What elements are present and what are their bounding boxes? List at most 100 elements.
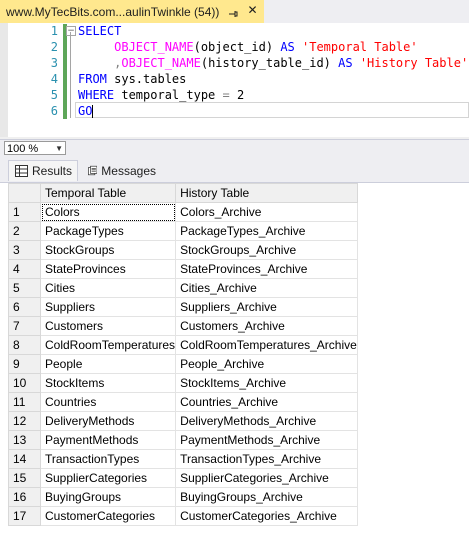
close-icon[interactable]: ✕: [246, 4, 259, 17]
temporal-table-cell[interactable]: SupplierCategories: [39, 468, 177, 488]
table-row[interactable]: 14 TransactionTypes TransactionTypes_Archi…: [8, 449, 358, 469]
temporal-table-cell[interactable]: Colors: [39, 202, 177, 222]
history-table-cell[interactable]: Customers_Archive: [175, 316, 358, 336]
history-table-cell[interactable]: PackageTypes_Archive: [175, 221, 358, 241]
grid-icon: [15, 165, 28, 177]
temporal-table-cell[interactable]: TransactionTypes: [39, 449, 177, 469]
code-token: OBJECT_NAME: [114, 40, 194, 54]
temporal-table-cell[interactable]: CustomerCategories: [39, 506, 177, 526]
row-number-cell[interactable]: 5: [8, 278, 41, 298]
temporal-table-cell[interactable]: DeliveryMethods: [39, 411, 177, 431]
code-token: (history_table_id): [200, 56, 339, 70]
code-token: =: [222, 88, 230, 102]
table-row[interactable]: 12 DeliveryMethods DeliveryMethods_Archive: [8, 411, 358, 431]
table-row[interactable]: 16 BuyingGroups BuyingGroups_Archive: [8, 487, 358, 507]
sql-code[interactable]: SELECT OBJECT_NAME(object_id) AS 'Tempor…: [78, 23, 468, 119]
row-number-cell[interactable]: 1: [8, 202, 41, 222]
code-line[interactable]: GO: [78, 103, 468, 119]
row-number-cell[interactable]: 13: [8, 430, 41, 450]
code-line[interactable]: OBJECT_NAME(object_id) AS 'Temporal Tabl…: [78, 39, 468, 55]
line-number: 6: [50, 104, 58, 118]
row-number-cell[interactable]: 12: [8, 411, 41, 431]
results-grid[interactable]: Temporal Table History Table 1 Colors Colo…: [8, 183, 358, 526]
temporal-table-cell[interactable]: StockGroups: [39, 240, 177, 260]
temporal-table-cell[interactable]: Customers: [39, 316, 177, 336]
table-row[interactable]: 11 Countries Countries_Archive: [8, 392, 358, 412]
table-row[interactable]: 9 People People_Archive: [8, 354, 358, 374]
history-table-cell[interactable]: Suppliers_Archive: [175, 297, 358, 317]
row-number-cell[interactable]: 15: [8, 468, 41, 488]
row-number-cell[interactable]: 16: [8, 487, 41, 507]
query-editor[interactable]: 123456 − SELECT OBJECT_NAME(object_id) A…: [0, 23, 469, 137]
row-number-cell[interactable]: 10: [8, 373, 41, 393]
tab-results[interactable]: Results: [8, 160, 78, 181]
row-number-cell[interactable]: 14: [8, 449, 41, 469]
temporal-table-cell[interactable]: PaymentMethods: [39, 430, 177, 450]
history-table-cell[interactable]: PaymentMethods_Archive: [175, 430, 358, 450]
zoom-dropdown[interactable]: 100 % ▼: [4, 141, 66, 155]
zoom-value: 100 %: [7, 143, 39, 155]
code-line[interactable]: SELECT: [78, 23, 468, 39]
row-number-cell[interactable]: 8: [8, 335, 41, 355]
history-table-cell[interactable]: StockGroups_Archive: [175, 240, 358, 260]
row-number-header[interactable]: [8, 183, 41, 203]
temporal-table-cell[interactable]: PackageTypes: [39, 221, 177, 241]
tab-messages[interactable]: Messages: [82, 160, 156, 181]
history-table-cell[interactable]: BuyingGroups_Archive: [175, 487, 358, 507]
history-table-cell[interactable]: CustomerCategories_Archive: [175, 506, 358, 526]
code-token: WHERE: [78, 88, 115, 102]
temporal-table-cell[interactable]: Cities: [39, 278, 177, 298]
table-row[interactable]: 5 Cities Cities_Archive: [8, 278, 358, 298]
tab-results-label: Results: [32, 164, 73, 178]
history-table-cell[interactable]: People_Archive: [175, 354, 358, 374]
temporal-table-cell[interactable]: Suppliers: [39, 297, 177, 317]
history-table-cell[interactable]: Countries_Archive: [175, 392, 358, 412]
zoom-bar: 100 % ▼: [0, 139, 469, 157]
temporal-table-cell[interactable]: BuyingGroups: [39, 487, 177, 507]
row-number-cell[interactable]: 3: [8, 240, 41, 260]
table-row[interactable]: 8 ColdRoomTemperatures ColdRoomTemperature…: [8, 335, 358, 355]
row-number-cell[interactable]: 4: [8, 259, 41, 279]
history-table-cell[interactable]: Colors_Archive: [175, 202, 358, 222]
row-number-cell[interactable]: 11: [8, 392, 41, 412]
history-table-cell[interactable]: TransactionTypes_Archive: [175, 449, 358, 469]
table-row[interactable]: 7 Customers Customers_Archive: [8, 316, 358, 336]
line-number: 2: [50, 40, 58, 54]
row-number-cell[interactable]: 6: [8, 297, 41, 317]
document-tab-strip: www.MyTecBits.com...aulinTwinkle (54)) ✕: [0, 0, 469, 23]
line-number: 4: [50, 72, 58, 86]
history-table-cell[interactable]: ColdRoomTemperatures_Archive: [175, 335, 358, 355]
code-line[interactable]: WHERE temporal_type = 2: [78, 87, 468, 103]
code-line[interactable]: FROM sys.tables: [78, 71, 468, 87]
table-row[interactable]: 3 StockGroups StockGroups_Archive: [8, 240, 358, 260]
code-token: AS: [280, 40, 295, 54]
pin-icon[interactable]: [227, 5, 239, 17]
table-row[interactable]: 1 Colors Colors_Archive: [8, 202, 358, 222]
temporal-table-cell[interactable]: ColdRoomTemperatures: [39, 335, 177, 355]
temporal-table-cell[interactable]: People: [39, 354, 177, 374]
column-header-history-table[interactable]: History Table: [175, 183, 358, 203]
table-row[interactable]: 6 Suppliers Suppliers_Archive: [8, 297, 358, 317]
history-table-cell[interactable]: StockItems_Archive: [175, 373, 358, 393]
column-header-temporal-table[interactable]: Temporal Table: [39, 183, 177, 203]
table-row[interactable]: 15 SupplierCategories SupplierCategories_A…: [8, 468, 358, 488]
history-table-cell[interactable]: Cities_Archive: [175, 278, 358, 298]
table-row[interactable]: 2 PackageTypes PackageTypes_Archive: [8, 221, 358, 241]
row-number-cell[interactable]: 7: [8, 316, 41, 336]
collapse-icon[interactable]: −: [66, 26, 76, 36]
row-number-cell[interactable]: 17: [8, 506, 41, 526]
temporal-table-cell[interactable]: Countries: [39, 392, 177, 412]
temporal-table-cell[interactable]: StockItems: [39, 373, 177, 393]
row-number-cell[interactable]: 9: [8, 354, 41, 374]
row-number-cell[interactable]: 2: [8, 221, 41, 241]
table-row[interactable]: 4 StateProvinces StateProvinces_Archive: [8, 259, 358, 279]
history-table-cell[interactable]: DeliveryMethods_Archive: [175, 411, 358, 431]
query-document-tab[interactable]: www.MyTecBits.com...aulinTwinkle (54)) ✕: [0, 0, 264, 23]
code-line[interactable]: ,OBJECT_NAME(history_table_id) AS 'Histo…: [78, 55, 468, 71]
temporal-table-cell[interactable]: StateProvinces: [39, 259, 177, 279]
table-row[interactable]: 13 PaymentMethods PaymentMethods_Archive: [8, 430, 358, 450]
history-table-cell[interactable]: SupplierCategories_Archive: [175, 468, 358, 488]
table-row[interactable]: 10 StockItems StockItems_Archive: [8, 373, 358, 393]
table-row[interactable]: 17 CustomerCategories CustomerCategories_A…: [8, 506, 358, 526]
history-table-cell[interactable]: StateProvinces_Archive: [175, 259, 358, 279]
